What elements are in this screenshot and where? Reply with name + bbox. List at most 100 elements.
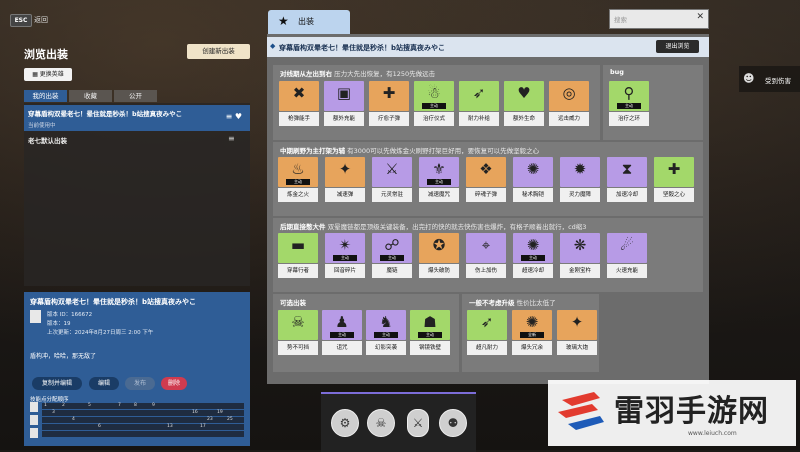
swap-hero-button[interactable]: ▦ 更换英雄 — [24, 68, 72, 81]
section-title: bug — [610, 68, 624, 76]
item-card[interactable]: ♥ 额外生命 — [504, 81, 544, 126]
tab-my-builds[interactable]: 我的出装 — [24, 90, 67, 102]
item-card[interactable]: ⌖ 伤上加伤 — [466, 233, 506, 278]
item-card[interactable]: ✴ 主动 回音碎片 — [325, 233, 365, 278]
item-card[interactable]: ☃ 主动 治疗仪式 — [414, 81, 454, 126]
copy-edit-button[interactable]: 复制并编辑 — [32, 377, 82, 390]
heart-icon[interactable]: ≡ ♥ — [226, 112, 242, 121]
item-icon-box: ☃ 主动 — [414, 81, 454, 111]
item-icon-box: ➶ — [459, 81, 499, 111]
item-icon: ⚲ — [623, 84, 635, 102]
back-link[interactable]: 返回 — [34, 15, 48, 25]
item-icon-box: ✺ 主动 — [513, 233, 553, 263]
item-card[interactable]: ♟ 主动 诅咒 — [322, 310, 362, 355]
tab-build[interactable]: ★ 出装 — [268, 10, 350, 34]
item-icon: ☗ — [423, 313, 437, 331]
skill-order-number: 23 — [207, 417, 213, 422]
skill-order-number: 25 — [227, 417, 233, 422]
item-card[interactable]: ❋ 金刚宝杵 — [560, 233, 600, 278]
item-card[interactable]: ➶ 超凡耐力 — [467, 310, 507, 355]
item-icon: ♞ — [379, 313, 393, 331]
item-icon: ✖ — [292, 84, 306, 102]
item-label: 灵力魔障 — [560, 188, 600, 202]
item-card[interactable]: ❖ 碎魂子弹 — [466, 157, 506, 202]
skill-row-5 — [42, 431, 244, 437]
delete-button[interactable]: 删除 — [161, 377, 187, 390]
tab-favorites[interactable]: 收藏 — [69, 90, 112, 102]
item-label: 疗愈子弹 — [369, 112, 409, 126]
skill-order-number: 2 — [62, 403, 65, 408]
swords-icon[interactable]: ⚔ — [407, 409, 429, 437]
item-card[interactable]: ♨ 主动 炼金之火 — [278, 157, 318, 202]
item-icon: ☄ — [620, 236, 634, 254]
exit-browse-button[interactable]: 退出浏览 — [656, 40, 699, 53]
item-card[interactable]: ✦ 减速弹 — [325, 157, 365, 202]
item-icon-box: ⧗ — [607, 157, 647, 187]
item-card[interactable]: ♞ 主动 幻影突袭 — [366, 310, 406, 355]
item-card[interactable]: ✚ 坚毅之心 — [654, 157, 694, 202]
item-icon-box: ♨ 主动 — [278, 157, 318, 187]
item-card[interactable]: ◎ 远击威力 — [549, 81, 589, 126]
item-card[interactable]: ✺ 全新 爆头冗余 — [512, 310, 552, 355]
item-label: 额外充能 — [324, 112, 364, 126]
item-icon-box: ▬ — [278, 233, 318, 263]
damage-taken-button[interactable]: ☻ 受到伤害 — [739, 66, 800, 92]
team-icon[interactable]: ⚉ — [439, 409, 467, 437]
bottom-toolbar: ⚙ ☠ ⚔ ⚉ — [321, 392, 476, 452]
item-tag: 主动 — [333, 255, 357, 261]
item-icon-box: ✦ — [557, 310, 597, 340]
default-build-item[interactable]: 老七默认出装 — [28, 135, 67, 145]
publish-button[interactable]: 发布 — [125, 377, 155, 390]
item-icon-box: ✚ — [654, 157, 694, 187]
edit-button[interactable]: 编辑 — [89, 377, 119, 390]
item-icon: ➶ — [480, 313, 494, 331]
item-icon: ⌖ — [481, 236, 491, 254]
tab-public[interactable]: 公开 — [114, 90, 157, 102]
item-tag: 主动 — [422, 103, 446, 109]
create-build-button[interactable]: 创建新出装 — [187, 44, 250, 59]
item-card[interactable]: ☗ 主动 钢镜铁壁 — [410, 310, 450, 355]
section-title: 中期刷野为主打架为辅 — [280, 147, 345, 155]
item-card[interactable]: ⚜ 主动 减速魔咒 — [419, 157, 459, 202]
item-icon-box: ☗ 主动 — [410, 310, 450, 340]
skull-icon[interactable]: ☠ — [367, 409, 395, 437]
item-card[interactable]: ▬ 穿幕行者 — [278, 233, 318, 278]
settings-icon[interactable]: ⚙ — [331, 409, 359, 437]
item-card[interactable]: ▣ 额外充能 — [324, 81, 364, 126]
item-card[interactable]: ✺ 秘术胸铠 — [513, 157, 553, 202]
item-label: 势不可挡 — [278, 341, 318, 355]
section-header: 一般不考虑升级 性价比太低了 — [469, 297, 556, 307]
item-icon: ☍ — [384, 236, 400, 254]
item-icon: ☠ — [291, 313, 305, 331]
watermark-url: www.leiuch.com — [688, 430, 737, 437]
item-card[interactable]: ⧗ 加速冷却 — [607, 157, 647, 202]
item-card[interactable]: ➶ 耐力补给 — [459, 81, 499, 126]
section-header: 中期刷野为主打架为辅 有3000可以先做炼金火刷野打架巨好用，要恢复可以先做坚毅… — [280, 145, 539, 155]
item-card[interactable]: ⚲ 主动 治疗之环 — [609, 81, 649, 126]
section-header: 对线期从左出到右 压力大先出恢复，有1250先做远击 — [280, 68, 435, 78]
item-card[interactable]: ✪ 爆头破防 — [419, 233, 459, 278]
item-label: 钢镜铁壁 — [410, 341, 450, 355]
menu-icon[interactable]: ≡ — [228, 134, 235, 143]
item-icon: ✴ — [338, 236, 352, 254]
hero-head-icon: ☻ — [743, 72, 755, 85]
item-label: 金刚宝杵 — [560, 264, 600, 278]
item-card[interactable]: ✖ 枪弹能手 — [279, 81, 319, 126]
item-card[interactable]: ☠ 势不可挡 — [278, 310, 318, 355]
item-icon: ▣ — [336, 84, 352, 102]
item-card[interactable]: ⚔ 元灵常驻 — [372, 157, 412, 202]
selected-build-item[interactable]: 穿幕盾构双晕老七！晕住就是秒杀！b站搜真夜みやこ 当前使用中 ≡ ♥ — [24, 105, 250, 131]
skill-order-number: 3 — [52, 410, 55, 415]
section-title: 可选出装 — [280, 299, 306, 307]
item-card[interactable]: ✚ 疗愈子弹 — [369, 81, 409, 126]
item-card[interactable]: ☍ 主动 魔链 — [372, 233, 412, 278]
item-label: 诅咒 — [322, 341, 362, 355]
esc-key-badge[interactable]: ESC — [10, 14, 32, 27]
item-icon-box: ⚔ — [372, 157, 412, 187]
search-input[interactable]: 搜索 ✕ — [609, 9, 709, 29]
item-card[interactable]: ✦ 玻璃大炮 — [557, 310, 597, 355]
close-icon[interactable]: ✕ — [696, 12, 704, 22]
item-card[interactable]: ✹ 灵力魔障 — [560, 157, 600, 202]
item-card[interactable]: ☄ 火速充能 — [607, 233, 647, 278]
item-card[interactable]: ✺ 主动 超速冷却 — [513, 233, 553, 278]
